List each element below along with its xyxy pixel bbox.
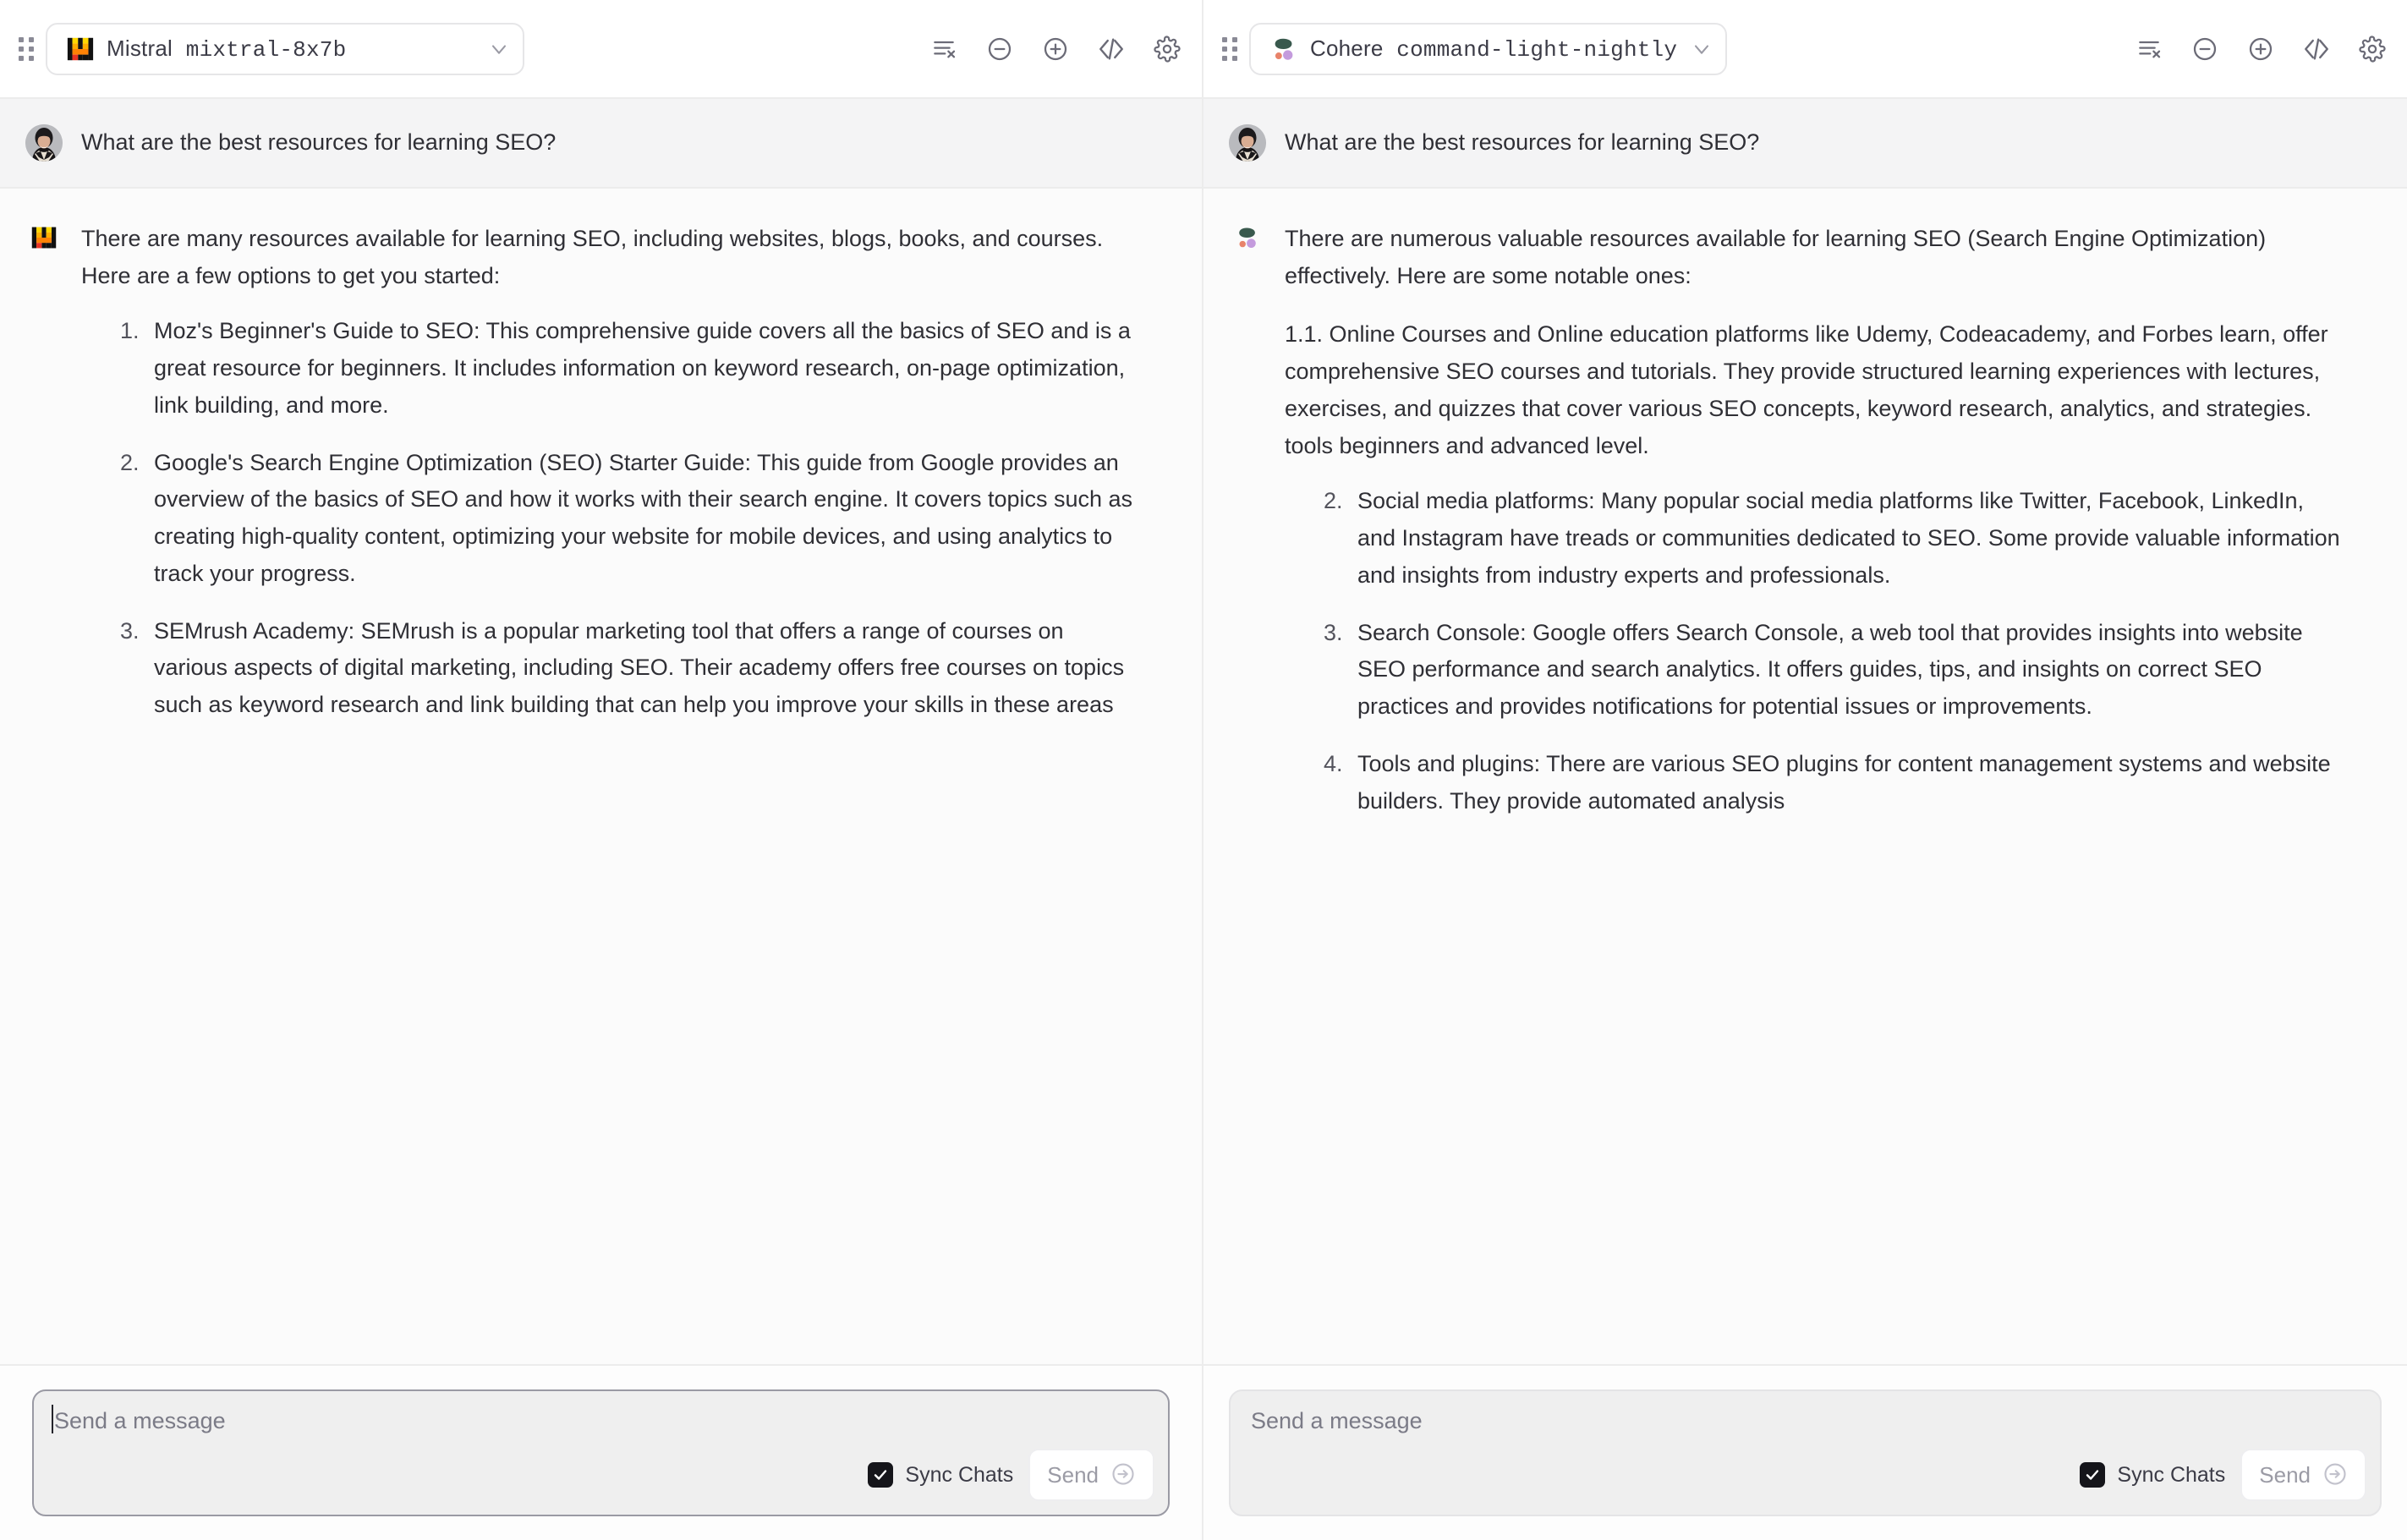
panel-header-right: Cohere command-light-nightly — [1204, 0, 2407, 99]
list-item: Search Console: Google offers Search Con… — [1349, 615, 2342, 726]
model-selector-left[interactable]: Mistral mixtral-8x7b — [46, 22, 524, 75]
clear-chat-icon[interactable] — [2133, 33, 2165, 65]
list-item: Google's Search Engine Optimization (SEO… — [145, 445, 1138, 593]
message-assistant-right: There are numerous valuable resources av… — [1204, 189, 2407, 852]
text-caret — [52, 1405, 53, 1433]
zoom-out-icon[interactable] — [984, 33, 1016, 65]
message-list-right[interactable]: What are the best resources for learning… — [1204, 99, 2407, 1364]
user-avatar — [1229, 124, 1266, 162]
cohere-logo-icon — [1229, 221, 1266, 258]
sync-chats-checkbox[interactable] — [2080, 1462, 2106, 1488]
zoom-in-icon[interactable] — [2245, 33, 2277, 65]
list-item: Tools and plugins: There are various SEO… — [1349, 746, 2342, 819]
user-avatar — [25, 124, 63, 162]
composer-left: Send a message Sync Chats Send — [0, 1364, 1202, 1540]
model-name-left: Mistral mixtral-8x7b — [107, 35, 347, 63]
list-item: Social media platforms: Many popular soc… — [1349, 483, 2342, 594]
arrow-right-circle-icon — [1110, 1461, 1136, 1489]
message-input-left[interactable]: Send a message Sync Chats Send — [32, 1389, 1170, 1516]
message-text: What are the best resources for learning… — [81, 129, 557, 156]
drag-handle[interactable] — [1220, 35, 1239, 63]
mistral-logo-icon — [25, 221, 63, 258]
panel-header-left: Mistral mixtral-8x7b — [0, 0, 1202, 99]
send-button-left[interactable]: Send — [1028, 1449, 1154, 1501]
sync-chats-toggle-left[interactable]: Sync Chats — [868, 1462, 1013, 1488]
code-icon[interactable] — [1095, 33, 1127, 65]
send-button-label: Send — [2259, 1461, 2311, 1488]
message-user-left: What are the best resources for learning… — [0, 99, 1202, 189]
message-list-left[interactable]: What are the best resources for learning… — [0, 99, 1202, 1364]
assistant-first-block: 1.1. Online Courses and Online education… — [1285, 321, 2328, 458]
chat-panel-right: Cohere command-light-nightly What are th… — [1204, 0, 2407, 1540]
clear-chat-icon[interactable] — [928, 33, 960, 65]
message-input-placeholder: Send a message — [1251, 1408, 1423, 1433]
assistant-intro: There are numerous valuable resources av… — [1285, 226, 2267, 288]
panel-toolbar-right — [2133, 33, 2388, 65]
message-text: There are many resources available for l… — [81, 221, 1138, 724]
assistant-list: Moz's Beginner's Guide to SEO: This comp… — [81, 313, 1138, 723]
sync-chats-label: Sync Chats — [2117, 1462, 2226, 1487]
chevron-down-icon[interactable] — [1690, 37, 1713, 61]
list-item: Moz's Beginner's Guide to SEO: This comp… — [145, 313, 1138, 424]
drag-handle[interactable] — [17, 35, 36, 63]
list-item: SEMrush Academy: SEMrush is a popular ma… — [145, 613, 1138, 724]
message-text: What are the best resources for learning… — [1285, 129, 1760, 156]
chat-panel-left: Mistral mixtral-8x7b What are the best r… — [0, 0, 1204, 1540]
send-button-right[interactable]: Send — [2240, 1449, 2366, 1501]
model-name-right: Cohere command-light-nightly — [1310, 35, 1678, 63]
message-assistant-left: There are many resources available for l… — [0, 189, 1202, 756]
sync-chats-toggle-right[interactable]: Sync Chats — [2080, 1462, 2225, 1488]
settings-gear-icon[interactable] — [2356, 33, 2388, 65]
sync-chats-label: Sync Chats — [905, 1462, 1014, 1487]
mistral-logo-icon — [66, 35, 95, 63]
sync-chats-checkbox[interactable] — [868, 1462, 894, 1488]
message-user-right: What are the best resources for learning… — [1204, 99, 2407, 189]
comparison-app: Mistral mixtral-8x7b What are the best r… — [0, 0, 2407, 1540]
message-input-right[interactable]: Send a message Sync Chats Send — [1229, 1389, 2382, 1516]
message-input-placeholder: Send a message — [52, 1405, 226, 1433]
settings-gear-icon[interactable] — [1151, 33, 1183, 65]
message-text: There are numerous valuable resources av… — [1285, 221, 2342, 819]
arrow-right-circle-icon — [2322, 1461, 2348, 1489]
code-icon[interactable] — [2300, 33, 2333, 65]
chevron-down-icon[interactable] — [487, 37, 511, 61]
panel-toolbar-left — [928, 33, 1183, 65]
assistant-list: Social media platforms: Many popular soc… — [1285, 483, 2342, 819]
cohere-logo-icon — [1269, 35, 1298, 63]
model-selector-right[interactable]: Cohere command-light-nightly — [1249, 22, 1727, 75]
zoom-in-icon[interactable] — [1039, 33, 1072, 65]
assistant-intro: There are many resources available for l… — [81, 226, 1104, 288]
zoom-out-icon[interactable] — [2189, 33, 2221, 65]
composer-right: Send a message Sync Chats Send — [1204, 1364, 2407, 1540]
composer-actions: Sync Chats Send — [2080, 1449, 2366, 1501]
send-button-label: Send — [1047, 1461, 1099, 1488]
composer-actions: Sync Chats Send — [868, 1449, 1154, 1501]
